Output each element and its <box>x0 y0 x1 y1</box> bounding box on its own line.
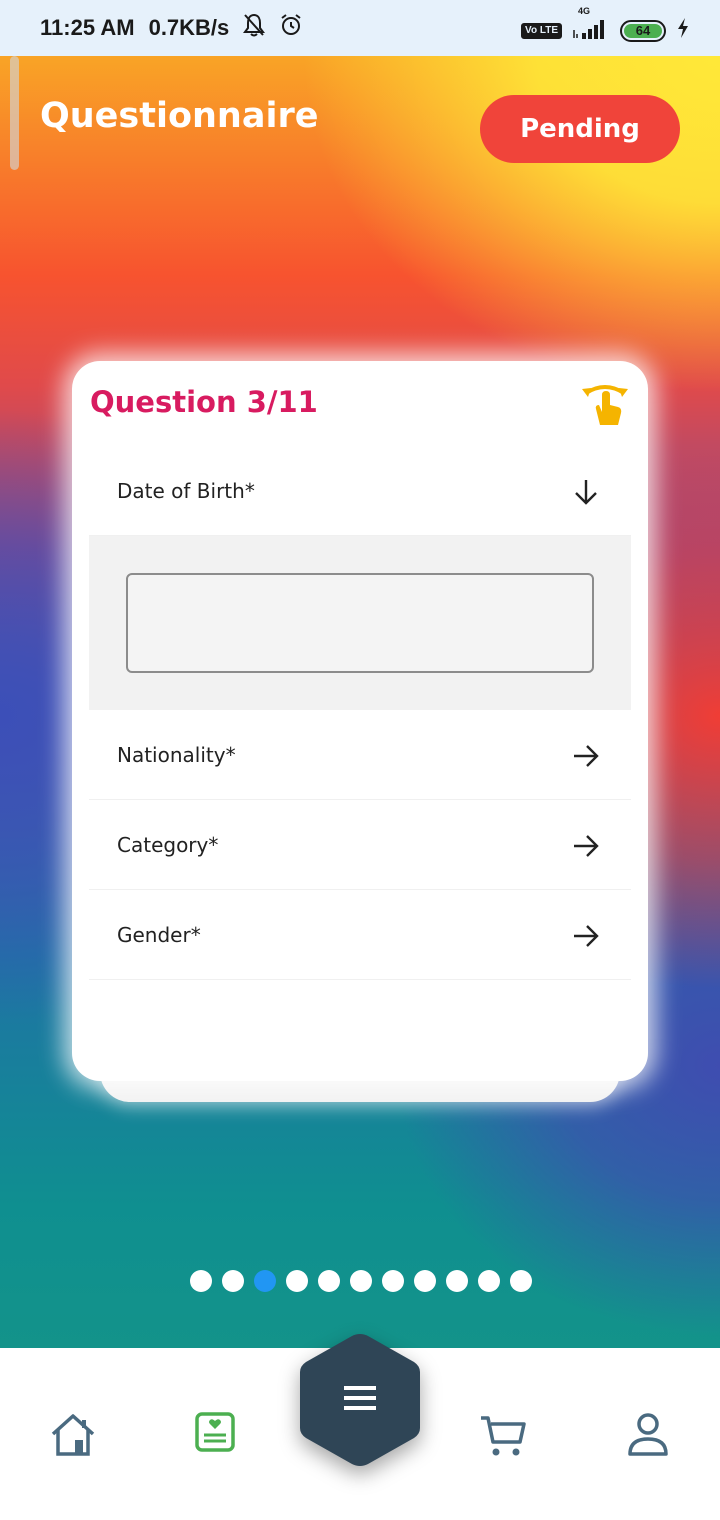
date-of-birth-panel <box>89 536 631 710</box>
page-dot[interactable] <box>318 1270 340 1292</box>
pending-status-button[interactable]: Pending <box>480 95 680 163</box>
arrow-right-icon[interactable] <box>571 831 601 861</box>
status-left: 11:25 AM 0.7KB/s <box>40 13 303 43</box>
page-dot[interactable] <box>254 1270 276 1292</box>
volte-badge: Vo LTE <box>521 23 562 39</box>
cart-icon[interactable] <box>478 1410 528 1460</box>
alarm-icon <box>279 13 303 43</box>
list-item-label: Gender* <box>117 922 201 947</box>
charging-icon <box>676 17 690 45</box>
page-indicator <box>190 1270 532 1292</box>
question-list: Date of Birth* Nationality* Category* Ge… <box>89 446 631 980</box>
page-dot[interactable] <box>190 1270 212 1292</box>
menu-button[interactable] <box>298 1332 422 1468</box>
status-right: Vo LTE 4G 64 <box>521 6 690 46</box>
list-item-date-of-birth[interactable]: Date of Birth* <box>89 446 631 536</box>
status-bar: 11:25 AM 0.7KB/s Vo LTE 4G 64 <box>0 0 720 56</box>
page-dot[interactable] <box>414 1270 436 1292</box>
battery-icon: 64 <box>620 20 666 42</box>
battery-level: 64 <box>624 24 662 38</box>
page-dot[interactable] <box>222 1270 244 1292</box>
arrow-right-icon[interactable] <box>571 921 601 951</box>
scroll-indicator[interactable] <box>10 56 19 170</box>
bell-off-icon <box>243 13 266 43</box>
list-item-label: Nationality* <box>117 742 236 767</box>
question-counter: Question 3/11 <box>90 385 318 419</box>
list-item-label: Date of Birth* <box>117 478 255 503</box>
questionnaire-icon[interactable] <box>193 1410 243 1460</box>
list-item-category[interactable]: Category* <box>89 800 631 890</box>
status-speed: 0.7KB/s <box>148 15 230 40</box>
page-dot[interactable] <box>350 1270 372 1292</box>
page-dot[interactable] <box>446 1270 468 1292</box>
page-dot[interactable] <box>286 1270 308 1292</box>
list-item-nationality[interactable]: Nationality* <box>89 710 631 800</box>
arrow-down-icon[interactable] <box>571 477 601 507</box>
swipe-gesture-icon <box>580 379 630 429</box>
signal-icon: 4G <box>572 6 610 46</box>
date-of-birth-input[interactable] <box>126 573 594 673</box>
page-dot[interactable] <box>478 1270 500 1292</box>
list-item-label: Category* <box>117 832 219 857</box>
list-item-gender[interactable]: Gender* <box>89 890 631 980</box>
arrow-right-icon[interactable] <box>571 741 601 771</box>
profile-icon[interactable] <box>624 1410 674 1460</box>
status-time: 11:25 AM <box>40 15 135 40</box>
home-icon[interactable] <box>48 1410 98 1460</box>
question-card[interactable]: Question 3/11 Date of Birth* Nationality… <box>72 361 648 1081</box>
page-dot[interactable] <box>510 1270 532 1292</box>
battery-body: 64 <box>620 20 666 42</box>
page-dot[interactable] <box>382 1270 404 1292</box>
page-title: Questionnaire <box>40 96 319 136</box>
network-type: 4G <box>578 6 591 16</box>
